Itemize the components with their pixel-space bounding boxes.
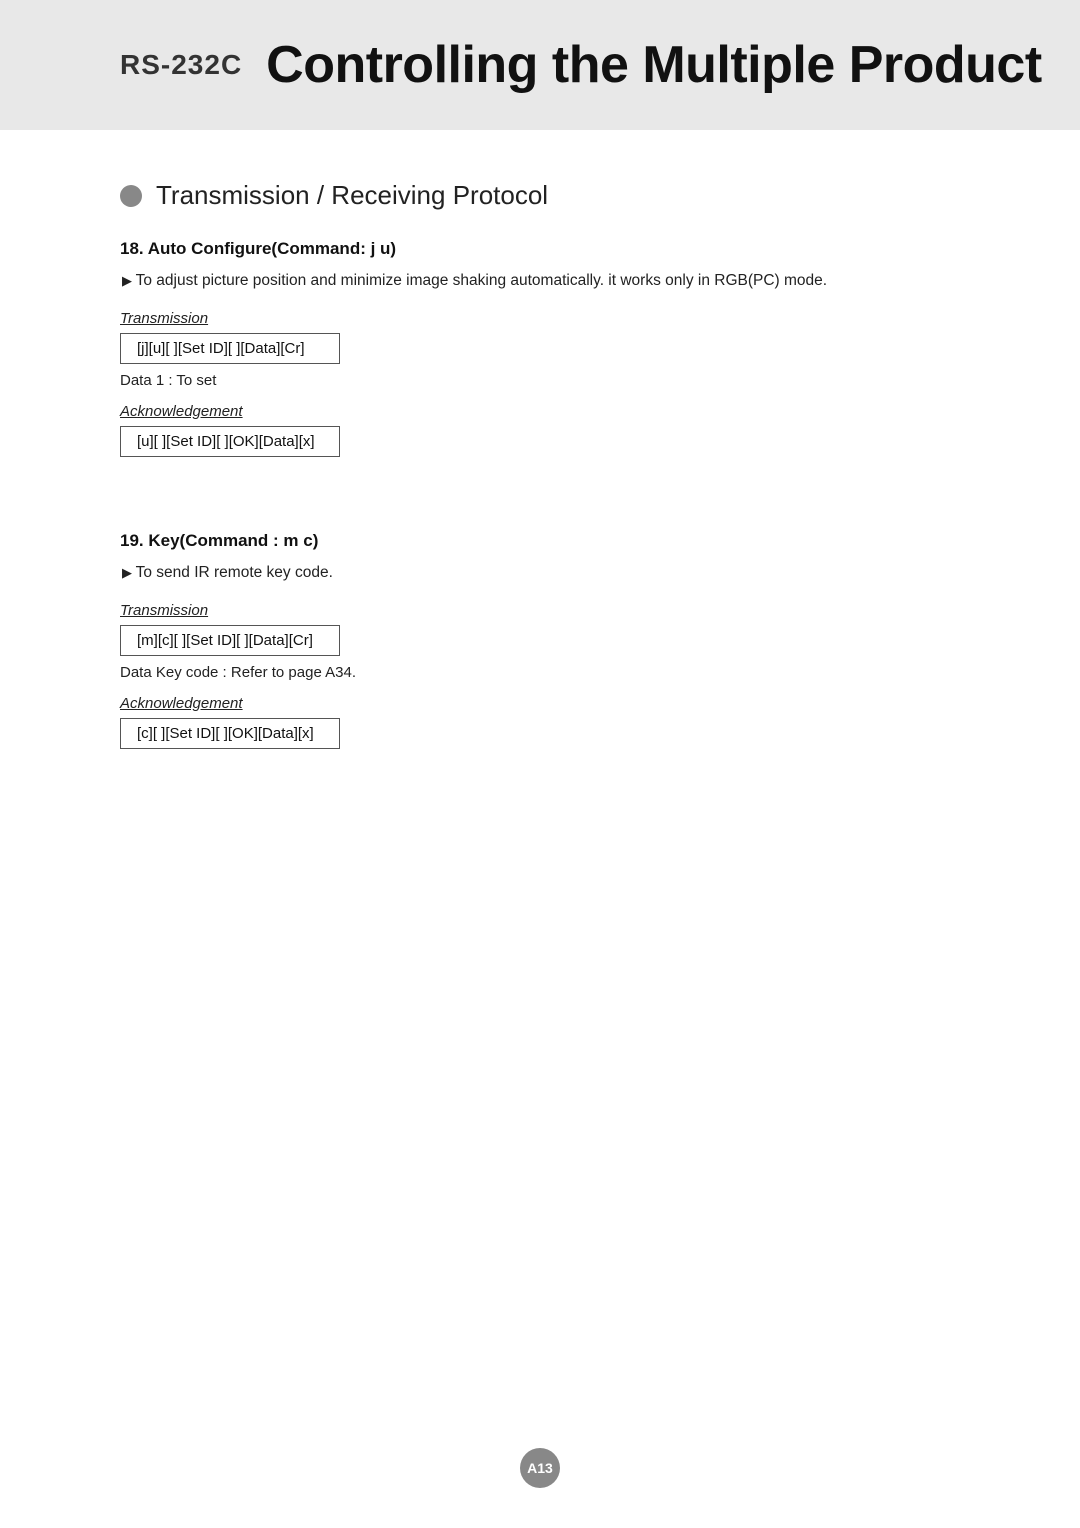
command-18-data-note: Data 1 : To set	[120, 372, 960, 389]
header-title: Controlling the Multiple Product	[266, 35, 1041, 95]
command-18-acknowledgement-code: [u][ ][Set ID][ ][OK][Data][x]	[120, 426, 340, 457]
command-19-transmission-label: Transmission	[120, 602, 960, 619]
command-18-block: 18. Auto Configure(Command: j u) To adju…	[120, 239, 960, 465]
command-18-acknowledgement-label: Acknowledgement	[120, 403, 960, 420]
command-18-description: To adjust picture position and minimize …	[120, 269, 960, 294]
header-prefix: RS-232C	[120, 49, 242, 81]
section-dot-icon	[120, 185, 142, 207]
section-header: Transmission / Receiving Protocol	[120, 180, 960, 211]
command-19-acknowledgement-code: [c][ ][Set ID][ ][OK][Data][x]	[120, 718, 340, 749]
command-19-acknowledgement-label: Acknowledgement	[120, 695, 960, 712]
command-19-description: To send IR remote key code.	[120, 561, 960, 586]
command-19-transmission-code: [m][c][ ][Set ID][ ][Data][Cr]	[120, 625, 340, 656]
command-19-block: 19. Key(Command : m c) To send IR remote…	[120, 531, 960, 757]
spacer-1	[120, 501, 960, 531]
command-18-heading: 18. Auto Configure(Command: j u)	[120, 239, 960, 259]
page-header: RS-232C Controlling the Multiple Product	[0, 0, 1080, 130]
page-number: A13	[520, 1448, 560, 1488]
page-content: Transmission / Receiving Protocol 18. Au…	[0, 130, 1080, 853]
section-title: Transmission / Receiving Protocol	[156, 180, 548, 211]
command-18-ack-section: Acknowledgement [u][ ][Set ID][ ][OK][Da…	[120, 403, 960, 465]
command-18-transmission-code: [j][u][ ][Set ID][ ][Data][Cr]	[120, 333, 340, 364]
command-19-ack-section: Acknowledgement [c][ ][Set ID][ ][OK][Da…	[120, 695, 960, 757]
command-19-heading: 19. Key(Command : m c)	[120, 531, 960, 551]
command-18-transmission-label: Transmission	[120, 310, 960, 327]
command-19-data-note: Data Key code : Refer to page A34.	[120, 664, 960, 681]
